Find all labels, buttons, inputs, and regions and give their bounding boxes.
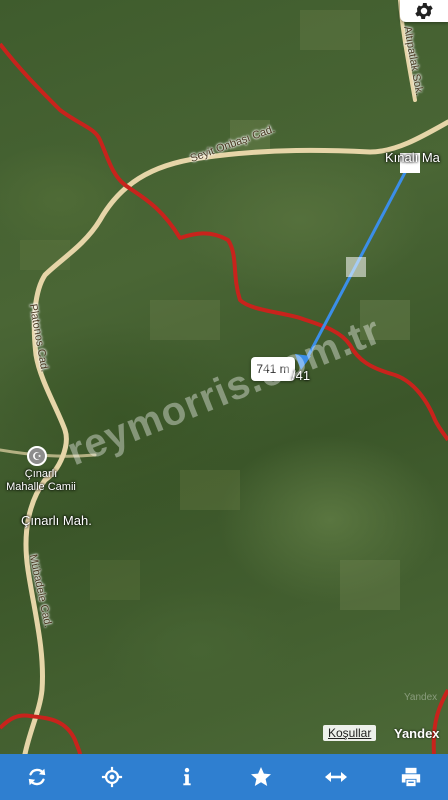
mosque-label: Çınarlı Mahalle Camii <box>0 468 82 494</box>
gear-icon <box>415 3 433 19</box>
mosque-icon[interactable]: ☪ <box>27 446 47 466</box>
print-button[interactable] <box>391 757 431 797</box>
favorite-button[interactable] <box>241 757 281 797</box>
map-view[interactable]: Seyit Onbaşı Cad. Platonos Cad. Mübadele… <box>0 0 448 754</box>
measure-button[interactable] <box>316 757 356 797</box>
print-icon <box>401 767 420 787</box>
info-button[interactable] <box>167 757 207 797</box>
map-provider-logo: Yandex <box>394 726 440 741</box>
bottom-toolbar <box>0 754 448 800</box>
terms-link[interactable]: Koşullar <box>323 725 377 741</box>
swap-horizontal-icon <box>324 772 347 782</box>
locate-button[interactable] <box>92 757 132 797</box>
route-midpoint-handle <box>346 257 366 277</box>
settings-button[interactable] <box>400 0 448 22</box>
refresh-button[interactable] <box>17 757 57 797</box>
locate-icon <box>101 766 123 788</box>
refresh-icon <box>29 768 46 786</box>
map-provider-faint: Yandex <box>404 692 438 703</box>
info-icon <box>182 767 191 786</box>
star-icon <box>251 767 272 786</box>
place-label-cinarli: Çınarlı Mah. <box>21 513 92 528</box>
mosque-label-line2: Mahalle Camii <box>6 481 76 493</box>
mosque-label-line1: Çınarlı <box>24 468 58 480</box>
place-label-kinali: Kınalı Ma <box>385 150 440 165</box>
